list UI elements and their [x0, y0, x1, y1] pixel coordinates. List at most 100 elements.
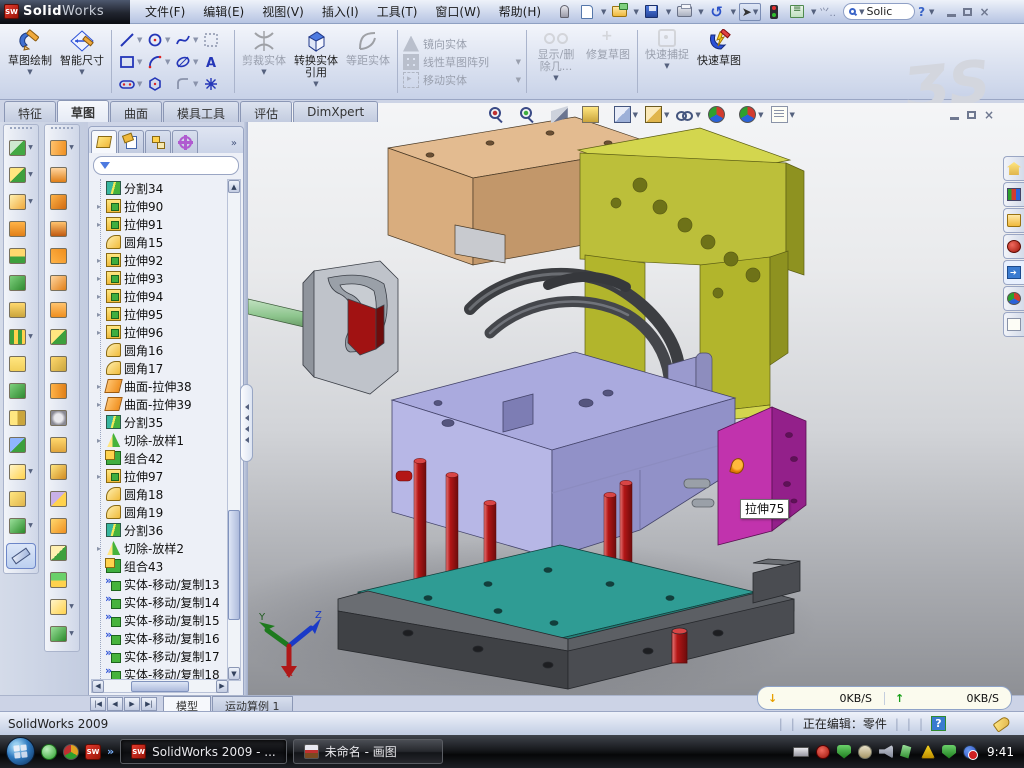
task-pane-tab[interactable] [1003, 182, 1024, 207]
toolbar-button[interactable]: ▼ [5, 404, 37, 431]
doc-restore-button[interactable] [967, 111, 976, 119]
line-tool[interactable]: ▼ [117, 29, 145, 51]
open-caret[interactable]: ▼ [633, 8, 638, 16]
feature-tree-item[interactable]: ▸ 实体-移动/复制14 [95, 593, 229, 611]
help-button[interactable]: ? [918, 5, 925, 19]
scroll-right-button[interactable]: ▶ [216, 680, 228, 693]
headsup-button[interactable]: ▼ [551, 106, 575, 123]
menu-item[interactable]: 插入(I) [313, 0, 368, 24]
toolbar-button[interactable]: ▼ [46, 134, 78, 161]
toolbar-button[interactable]: ▼ [5, 323, 37, 350]
toolbar-button[interactable]: ▼ [46, 539, 78, 566]
undo-button[interactable]: ↺ [707, 3, 727, 21]
toolbar-button[interactable]: ▼ [46, 377, 78, 404]
measure-button[interactable] [6, 543, 36, 569]
feature-tree-item[interactable]: ▸ 曲面-拉伸38 [95, 377, 229, 395]
tree-vertical-scrollbar[interactable]: ▲ ▼ [227, 179, 241, 681]
search-caret[interactable]: ▼ [859, 8, 864, 16]
feature-tree-item[interactable]: ▸ 拉伸91 [95, 215, 229, 233]
feature-tree-item[interactable]: ▸ 组合42 [95, 449, 229, 467]
sketch-button[interactable]: 草图绘制 ▼ [4, 26, 56, 97]
spline-tool[interactable]: ▼ [173, 29, 201, 51]
smart-dimension-caret[interactable]: ▼ [79, 68, 84, 76]
feature-tree-item[interactable]: ▸ 曲面-拉伸39 [95, 395, 229, 413]
part-gray-clamp[interactable] [303, 261, 398, 394]
feature-tree-item[interactable]: ▸ 分割36 [95, 521, 229, 539]
toolbar-button[interactable]: ▼ [46, 593, 78, 620]
tab-property-manager[interactable] [118, 130, 144, 153]
toolbar-button[interactable]: ▼ [5, 458, 37, 485]
expand-arrow-icon[interactable]: ▸ [95, 256, 103, 265]
feature-tree-item[interactable]: ▸ 拉伸95 [95, 305, 229, 323]
new-caret[interactable]: ▼ [601, 8, 606, 16]
new-file-button[interactable] [577, 3, 597, 21]
first-tab-button[interactable]: |◀ [90, 697, 106, 711]
tab-configuration-manager[interactable] [145, 130, 171, 153]
convert-caret[interactable]: ▼ [313, 80, 318, 88]
circle-tool[interactable]: ▼ [145, 29, 173, 51]
toolbar-button[interactable]: ▼ [46, 458, 78, 485]
sketch-text-tool[interactable]: A [201, 51, 229, 73]
expand-arrow-icon[interactable]: ▸ [95, 472, 103, 481]
toolbar-grip[interactable] [51, 127, 73, 131]
scroll-up-button[interactable]: ▲ [228, 180, 240, 193]
open-file-button[interactable] [609, 3, 629, 21]
arc-tool[interactable]: ▼ [145, 51, 173, 73]
toolbar-button[interactable]: ▼ [46, 512, 78, 539]
toolbar-grip[interactable] [10, 127, 32, 131]
feature-tree-item[interactable]: ▸ 圆角16 [95, 341, 229, 359]
feature-tree-item[interactable]: ▸ 拉伸96 [95, 323, 229, 341]
toolbar-button[interactable]: ▼ [5, 377, 37, 404]
print-button[interactable] [674, 3, 694, 21]
tray-icon[interactable] [963, 745, 977, 759]
selection-box-tool[interactable] [201, 29, 229, 51]
quick-launch-button[interactable]: SW [85, 744, 101, 760]
toolbar-button[interactable]: ▼ [5, 269, 37, 296]
ribbon-tab[interactable]: 评估 [240, 101, 292, 122]
rebuild-button[interactable] [764, 3, 784, 21]
feature-tree-item[interactable]: ▸ 圆角19 [95, 503, 229, 521]
toolbar-button[interactable]: ▼ [46, 296, 78, 323]
rapid-sketch-button[interactable]: 快速草图 [693, 26, 745, 97]
tray-icon[interactable] [879, 745, 893, 759]
undo-caret[interactable]: ▼ [731, 8, 736, 16]
menu-item[interactable]: 编辑(E) [194, 0, 253, 24]
select-caret[interactable]: ▼ [753, 8, 758, 16]
headsup-button[interactable]: ▼ [614, 106, 638, 123]
toolbar-button[interactable]: ▼ [46, 269, 78, 296]
feature-tree-item[interactable]: ▸ 拉伸97 [95, 467, 229, 485]
model-canvas[interactable] [248, 103, 1024, 695]
toolbar-button[interactable]: ▼ [5, 188, 37, 215]
sketch-fillet-tool[interactable]: ▼ [173, 73, 201, 95]
toolbar-button[interactable]: ▼ [5, 215, 37, 242]
toolbar-button[interactable]: ▼ [5, 512, 37, 539]
doc-close-button[interactable]: × [984, 110, 994, 120]
expand-arrow-icon[interactable]: ▸ [95, 544, 103, 553]
rectangle-tool[interactable]: ▼ [117, 51, 145, 73]
toolbar-button[interactable]: ▼ [46, 242, 78, 269]
menu-item[interactable]: 视图(V) [253, 0, 313, 24]
expand-arrow-icon[interactable]: ▸ [95, 382, 103, 391]
toolbar-button[interactable]: ▼ [46, 350, 78, 377]
save-caret[interactable]: ▼ [666, 8, 671, 16]
status-help-button[interactable]: ? [931, 716, 946, 731]
headsup-button[interactable]: ▼ [771, 106, 795, 123]
select-tool-button[interactable]: ➤▼ [739, 3, 761, 21]
feature-tree-item[interactable]: ▸ 圆角17 [95, 359, 229, 377]
document-tab[interactable]: 模型 [163, 696, 211, 711]
feature-tree-item[interactable]: ▸ 实体-移动/复制17 [95, 647, 229, 665]
tray-icon[interactable] [942, 745, 956, 759]
prev-tab-button[interactable]: ◀ [107, 697, 123, 711]
next-tab-button[interactable]: ▶ [124, 697, 140, 711]
toolbar-button[interactable]: ▼ [5, 134, 37, 161]
taskbar-task-solidworks[interactable]: SW SolidWorks 2009 - ... [120, 739, 287, 764]
expand-arrow-icon[interactable]: ▸ [95, 292, 103, 301]
menu-item[interactable]: 文件(F) [136, 0, 194, 24]
taskbar-task-paint[interactable]: 未命名 - 画图 [293, 739, 443, 764]
scrollbar-thumb[interactable] [131, 681, 189, 692]
toolbar-button[interactable]: ▼ [46, 431, 78, 458]
search-box[interactable]: ▼ Solic [843, 3, 915, 20]
ellipse-tool[interactable]: ▼ [173, 51, 201, 73]
task-pane-tab[interactable] [1003, 260, 1024, 285]
task-pane-tab[interactable] [1003, 156, 1024, 181]
